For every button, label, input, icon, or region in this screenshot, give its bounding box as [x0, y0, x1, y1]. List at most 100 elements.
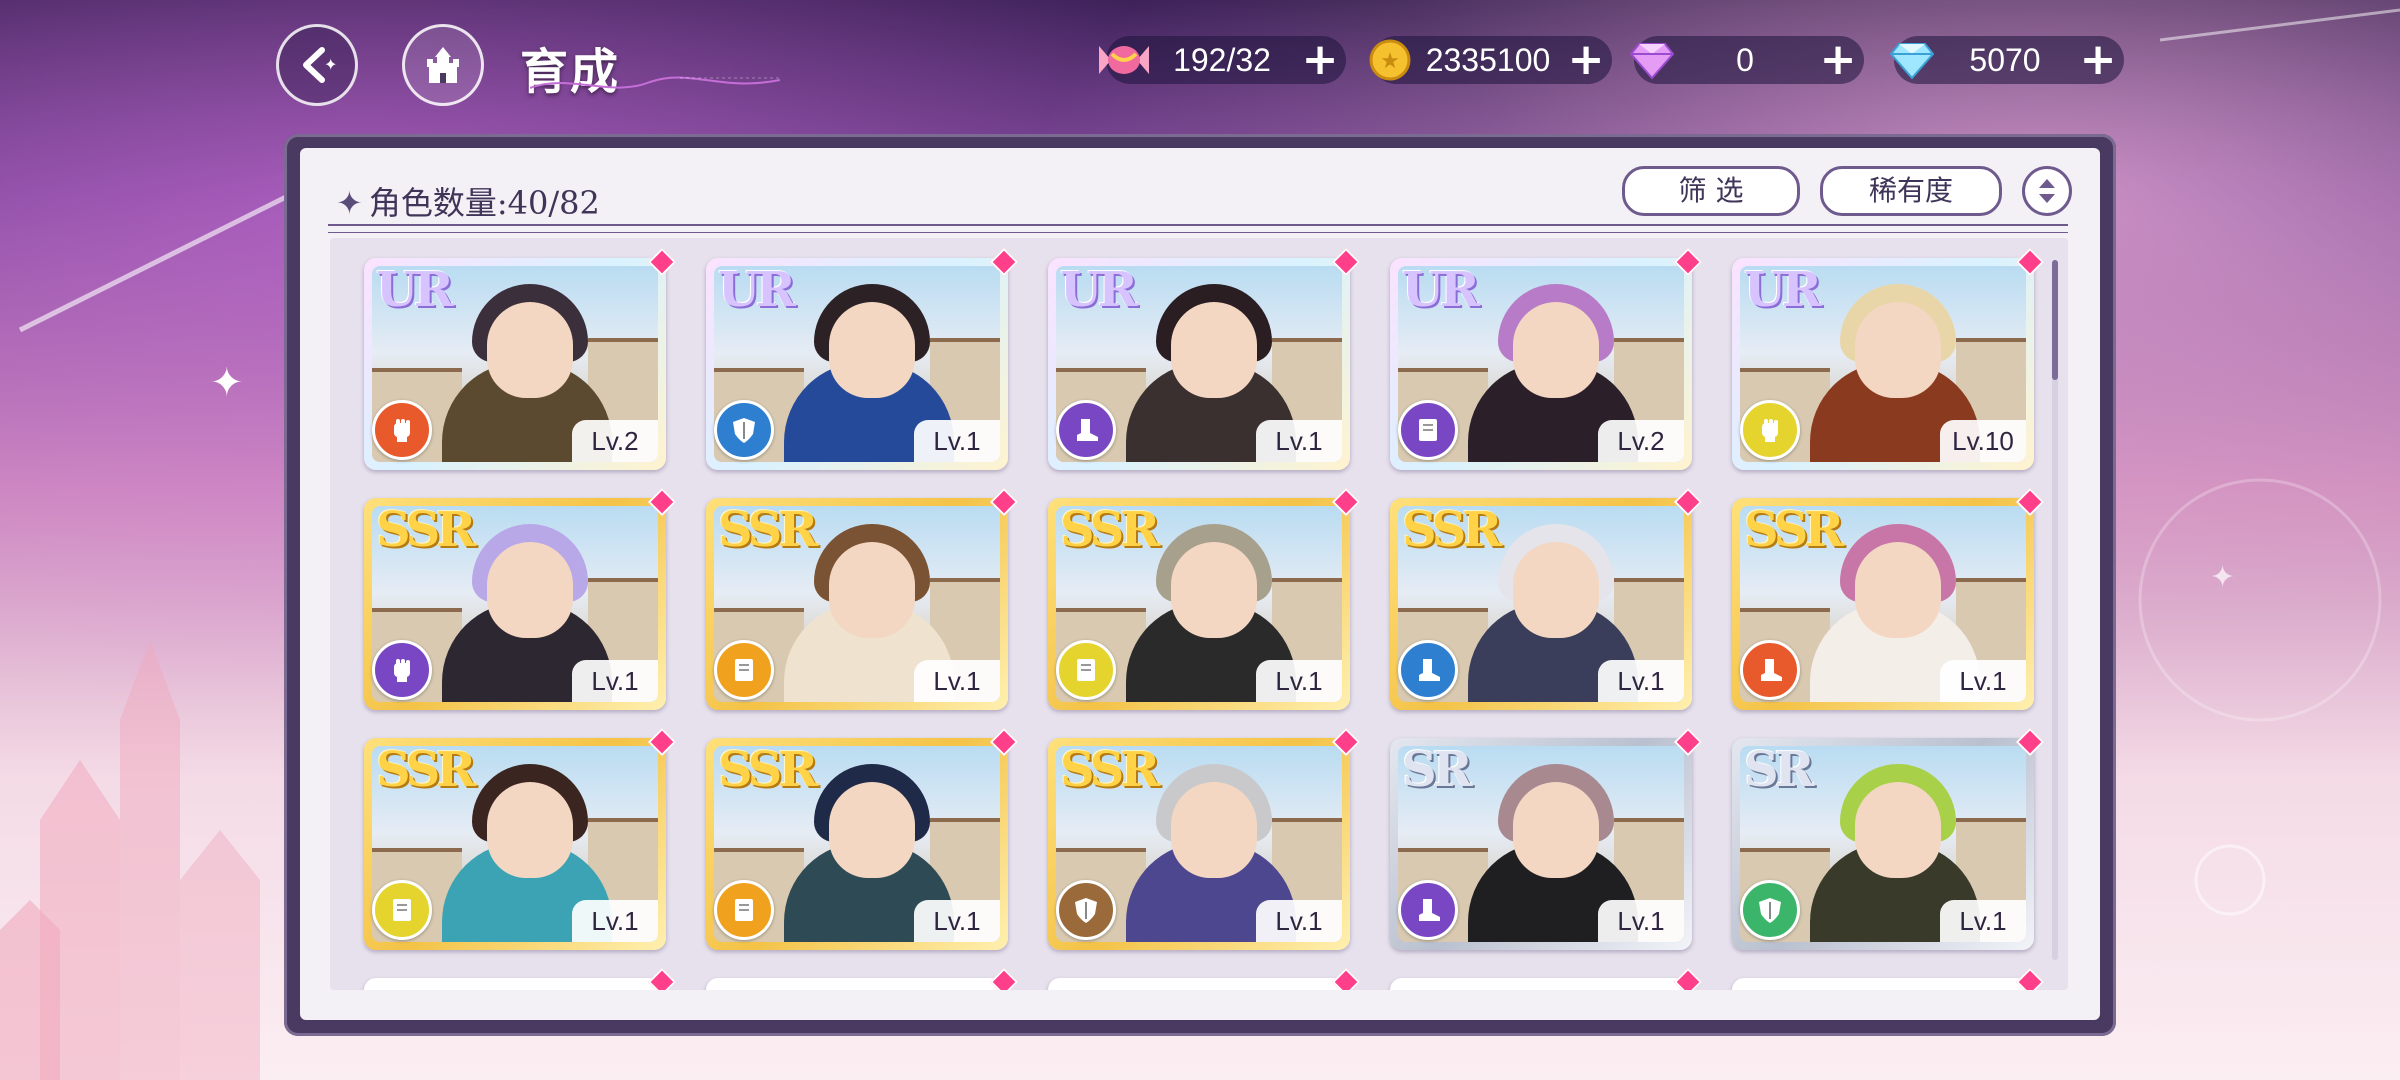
level-label: Lv.1 [914, 900, 1000, 942]
character-card[interactable]: SSR Lv.1 [1732, 487, 2045, 710]
scrollbar-thumb[interactable] [2052, 260, 2058, 380]
candy-add-button[interactable]: + [1298, 38, 1342, 82]
level-label: Lv.1 [1256, 420, 1342, 462]
character-card-partial[interactable] [364, 967, 677, 990]
level-label: Lv.2 [1598, 420, 1684, 462]
level-label: Lv.1 [1598, 660, 1684, 702]
character-card-partial[interactable] [1732, 967, 2045, 990]
rarity-label: UR [1402, 262, 1480, 318]
character-card[interactable]: UR Lv.2 [364, 247, 677, 470]
sparkle-icon: ✦ [2210, 560, 2236, 595]
rarity-label: SSR [718, 742, 818, 798]
character-card[interactable]: UR Lv.2 [1390, 247, 1703, 470]
book-icon [372, 880, 432, 940]
book-icon [714, 880, 774, 940]
character-face [1855, 542, 1941, 638]
character-face [487, 542, 573, 638]
character-card[interactable]: SSR Lv.1 [364, 727, 677, 950]
rarity-label: UR [1744, 262, 1822, 318]
castle-home-icon [427, 47, 459, 83]
rarity-label: SR [1402, 742, 1473, 798]
rarity-label: UR [376, 262, 454, 318]
blue-diamond-value: 5070 [1969, 41, 2041, 78]
level-label: Lv.1 [572, 660, 658, 702]
candy-resource: 192/32 + [1099, 36, 1346, 84]
character-card[interactable]: SSR Lv.1 [1048, 727, 1361, 950]
character-card-partial[interactable] [1390, 967, 1703, 990]
sort-order-button[interactable] [2022, 166, 2072, 216]
rarity-label: UR [718, 262, 796, 318]
character-card[interactable]: SSR Lv.1 [706, 727, 1019, 950]
candy-icon [1094, 30, 1154, 90]
fist-icon [1740, 400, 1800, 460]
boot-icon [1740, 640, 1800, 700]
pink-diamond-value: 0 [1736, 41, 1754, 78]
level-label: Lv.2 [572, 420, 658, 462]
svg-text:★: ★ [1380, 49, 1400, 74]
character-card-partial[interactable] [706, 967, 1019, 990]
character-face [487, 782, 573, 878]
svg-text:✦: ✦ [324, 55, 337, 74]
title-decoration [530, 76, 780, 89]
character-face [1855, 302, 1941, 398]
shield-icon [1056, 880, 1116, 940]
level-label: Lv.1 [1256, 900, 1342, 942]
pink-gem-icon [1673, 967, 1703, 990]
rarity-label: SSR [1060, 502, 1160, 558]
character-card[interactable]: SSR Lv.1 [706, 487, 1019, 710]
top-bar: ✦ 育成 192/32 + ★ 2335100 + 0 + 5070 + [0, 0, 2400, 120]
sparkle-icon: ✦ [336, 184, 363, 222]
character-card[interactable]: SR Lv.1 [1390, 727, 1703, 950]
character-card[interactable]: SSR Lv.1 [1048, 487, 1361, 710]
character-card-partial[interactable] [1048, 967, 1361, 990]
character-face [829, 542, 915, 638]
blue-diamond-add-button[interactable]: + [2076, 38, 2120, 82]
character-card[interactable]: UR Lv.1 [706, 247, 1019, 470]
level-label: Lv.1 [572, 900, 658, 942]
rarity-label: SR [1744, 742, 1815, 798]
character-face [1513, 302, 1599, 398]
character-face [1171, 542, 1257, 638]
character-face [829, 302, 915, 398]
boot-icon [1056, 400, 1116, 460]
pink-diamond-resource: 0 + [1629, 36, 1864, 84]
character-face [1513, 782, 1599, 878]
character-face [487, 302, 573, 398]
rarity-label: SSR [1744, 502, 1844, 558]
character-card[interactable]: UR Lv.1 [1048, 247, 1361, 470]
level-label: Lv.1 [1940, 900, 2026, 942]
level-label: Lv.10 [1940, 420, 2026, 462]
blue-diamond-icon [1882, 30, 1942, 90]
pink-diamond-icon [1622, 30, 1682, 90]
character-count-label: 角色数量:40/82 [368, 184, 600, 222]
back-button[interactable]: ✦ [276, 24, 358, 106]
home-button[interactable] [402, 24, 484, 106]
rarity-label: SSR [1402, 502, 1502, 558]
character-card[interactable]: SSR Lv.1 [1390, 487, 1703, 710]
gold-add-button[interactable]: + [1564, 38, 1608, 82]
pink-gem-icon [647, 967, 677, 990]
blue-diamond-resource: 5070 + [1889, 36, 2124, 84]
rarity-sort-button[interactable]: 稀有度 [1820, 166, 2002, 216]
level-label: Lv.1 [1598, 900, 1684, 942]
character-card[interactable]: UR Lv.10 [1732, 247, 2045, 470]
character-grid: UR Lv.2 UR Lv.1 UR Lv.1 UR Lv.2 UR Lv.10 SSR Lv.1 SS… [330, 238, 2068, 990]
character-face [1513, 542, 1599, 638]
header-divider [328, 224, 2068, 233]
rarity-label: SSR [376, 502, 476, 558]
character-card[interactable]: SR Lv.1 [1732, 727, 2045, 950]
gold-coin-icon: ★ [1360, 30, 1420, 90]
pink-diamond-add-button[interactable]: + [1816, 38, 1860, 82]
level-label: Lv.1 [1940, 660, 2026, 702]
rarity-label: UR [1060, 262, 1138, 318]
character-face [1855, 782, 1941, 878]
level-label: Lv.1 [914, 660, 1000, 702]
character-face [1171, 782, 1257, 878]
rarity-label: SSR [376, 742, 476, 798]
fist-icon [372, 400, 432, 460]
pink-gem-icon [1331, 967, 1361, 990]
character-card[interactable]: SSR Lv.1 [364, 487, 677, 710]
level-label: Lv.1 [914, 420, 1000, 462]
character-count: ✦ 角色数量:40/82 [336, 178, 600, 224]
filter-button[interactable]: 筛 选 [1622, 166, 1800, 216]
